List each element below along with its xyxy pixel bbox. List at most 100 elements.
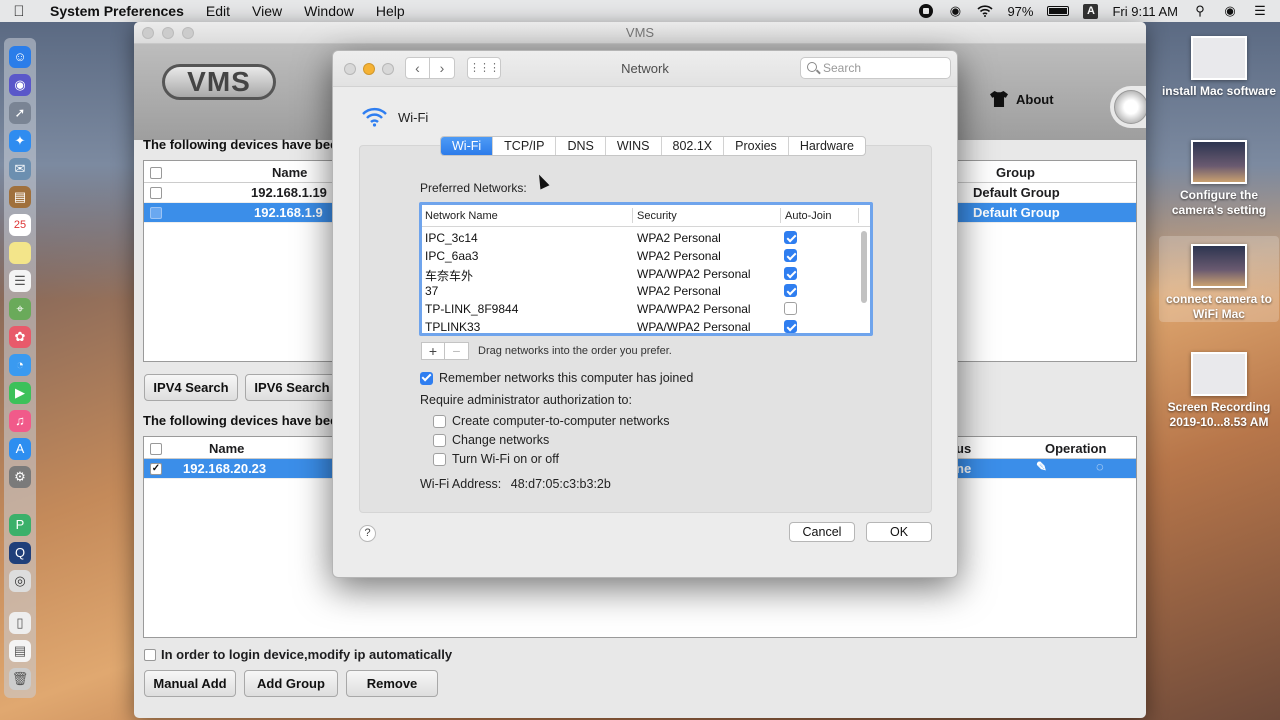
camera-count-badge[interactable]: 0	[1110, 86, 1146, 128]
search-input[interactable]: Search	[800, 57, 951, 79]
vpn-app-icon[interactable]: P	[9, 514, 31, 536]
desktop-file-screen-recording[interactable]: Screen Recording 2019-10...8.53 AM	[1159, 352, 1279, 430]
photos-icon[interactable]: ✿	[9, 326, 31, 348]
notes-icon[interactable]	[9, 242, 31, 264]
minimize-icon[interactable]	[162, 27, 174, 39]
quicktime-icon[interactable]: Q	[9, 542, 31, 564]
remove-button[interactable]: Remove	[346, 670, 438, 697]
auto-ip-checkbox[interactable]	[144, 648, 156, 661]
auto-join-checkbox[interactable]	[784, 266, 797, 280]
desktop-file-install-mac-software[interactable]: install Mac software	[1159, 36, 1279, 99]
menu-help[interactable]: Help	[365, 3, 416, 19]
select-all-checkbox[interactable]	[150, 167, 162, 179]
admin-option-toggle-wifi[interactable]: Turn Wi-Fi on or off	[433, 452, 559, 466]
manual-add-button[interactable]: Manual Add	[144, 670, 236, 697]
admin-option-checkbox[interactable]	[433, 414, 446, 428]
itunes-icon[interactable]: ♫	[9, 410, 31, 432]
device-ip: 192.168.20.23	[183, 461, 267, 476]
network-row[interactable]: 车奈车外 WPA/WPA2 Personal	[422, 265, 870, 283]
tab-dns[interactable]: DNS	[555, 137, 604, 155]
auto-join-checkbox[interactable]	[784, 231, 797, 244]
system-preferences-icon[interactable]: ⚙	[9, 466, 31, 488]
remove-network-button[interactable]: −	[445, 342, 469, 360]
mail-icon[interactable]: ✉	[9, 158, 31, 180]
network-row[interactable]: TPLINK33 WPA/WPA2 Personal	[422, 318, 870, 333]
apple-menu-icon[interactable]: 	[0, 3, 38, 20]
edit-pencil-icon[interactable]: ✎	[1036, 459, 1047, 475]
screen-record-icon[interactable]	[919, 4, 934, 18]
tab-proxies[interactable]: Proxies	[723, 137, 788, 155]
admin-option-create-networks[interactable]: Create computer-to-computer networks	[433, 414, 669, 428]
auto-join-checkbox[interactable]	[784, 319, 797, 333]
col-network-name[interactable]: Network Name	[425, 210, 498, 222]
row-checkbox[interactable]	[150, 187, 162, 199]
col-auto-join[interactable]: Auto-Join	[785, 210, 831, 222]
notification-center-icon[interactable]: ☰	[1252, 3, 1268, 19]
messages-icon[interactable]: ◔	[9, 354, 31, 376]
table-scrollbar[interactable]	[861, 231, 867, 303]
finder-icon[interactable]: ☺	[9, 46, 31, 68]
clock[interactable]: Fri 9:11 AM	[1112, 4, 1178, 19]
zoom-icon[interactable]	[182, 27, 194, 39]
desktop-file-configure-camera[interactable]: Configure the camera's setting	[1159, 140, 1279, 218]
remember-networks-option[interactable]: Remember networks this computer has join…	[420, 371, 693, 385]
tab-tcpip[interactable]: TCP/IP	[492, 137, 555, 155]
ok-button[interactable]: OK	[866, 522, 932, 542]
wifi-menu-icon[interactable]	[977, 3, 994, 19]
admin-option-checkbox[interactable]	[433, 452, 446, 466]
add-network-button[interactable]: +	[421, 342, 445, 360]
spotlight-search-icon[interactable]: ⚲	[1192, 3, 1208, 19]
cancel-button[interactable]: Cancel	[789, 522, 855, 542]
siri-icon[interactable]: ◉	[9, 74, 31, 96]
siri-icon[interactable]: ◉	[1222, 3, 1238, 19]
ipv6-search-button[interactable]: IPV6 Search	[245, 374, 339, 401]
trash-icon[interactable]: 🗑	[9, 668, 31, 690]
network-row[interactable]: 37 WPA2 Personal	[422, 282, 870, 300]
calendar-icon[interactable]: 25	[9, 214, 31, 236]
app-store-icon[interactable]: A	[9, 438, 31, 460]
col-security[interactable]: Security	[637, 210, 677, 222]
menu-edit[interactable]: Edit	[195, 3, 241, 19]
document-icon[interactable]: ▯	[9, 612, 31, 634]
admin-option-change-networks[interactable]: Change networks	[433, 433, 549, 447]
ipv4-search-button[interactable]: IPV4 Search	[144, 374, 238, 401]
tab-8021x[interactable]: 802.1X	[660, 137, 724, 155]
network-row[interactable]: TP-LINK_8F9844 WPA/WPA2 Personal	[422, 300, 870, 318]
about-button[interactable]: About	[990, 91, 1054, 107]
auto-ip-option[interactable]: In order to login device,modify ip autom…	[144, 647, 452, 662]
select-all-checkbox[interactable]	[150, 443, 162, 455]
menu-window[interactable]: Window	[293, 3, 365, 19]
row-checkbox[interactable]	[150, 207, 162, 219]
device-status: ne	[956, 461, 972, 476]
remember-networks-checkbox[interactable]	[420, 371, 433, 385]
network-row[interactable]: IPC_3c14 WPA2 Personal	[422, 229, 870, 247]
input-source-indicator[interactable]: A	[1083, 3, 1099, 19]
settings-icon[interactable]: ◌	[1096, 459, 1104, 474]
add-group-button[interactable]: Add Group	[244, 670, 338, 697]
desktop-file-connect-camera-wifi[interactable]: connect camera to WiFi Mac	[1159, 236, 1279, 322]
network-row[interactable]: IPC_6aa3 WPA2 Personal	[422, 247, 870, 265]
contacts-icon[interactable]: ▤	[9, 186, 31, 208]
menu-view[interactable]: View	[241, 3, 293, 19]
menu-app-name[interactable]: System Preferences	[38, 3, 195, 19]
help-button[interactable]: ?	[359, 525, 376, 542]
tab-wifi[interactable]: Wi-Fi	[441, 137, 493, 155]
facetime-icon[interactable]: ▶	[9, 382, 31, 404]
auto-join-checkbox[interactable]	[784, 284, 797, 298]
downloads-icon[interactable]: ▤	[9, 640, 31, 662]
camera-status-icon[interactable]: ◉	[947, 3, 963, 19]
admin-option-checkbox[interactable]	[433, 433, 446, 447]
maps-icon[interactable]: ⌖	[9, 298, 31, 320]
close-icon[interactable]	[142, 27, 154, 39]
auto-join-checkbox[interactable]	[784, 248, 797, 262]
launchpad-icon[interactable]: ➚	[9, 102, 31, 124]
admin-option-label: Create computer-to-computer networks	[452, 414, 670, 428]
safari-icon[interactable]: ✦	[9, 130, 31, 152]
auto-join-checkbox[interactable]	[784, 302, 797, 316]
battery-icon[interactable]	[1047, 6, 1070, 16]
tab-hardware[interactable]: Hardware	[787, 137, 865, 155]
row-checkbox[interactable]: ✓	[150, 463, 162, 475]
reminders-icon[interactable]: ☰	[9, 270, 31, 292]
tab-wins[interactable]: WINS	[604, 137, 661, 155]
vms-camera-icon[interactable]: ◎	[9, 570, 31, 592]
